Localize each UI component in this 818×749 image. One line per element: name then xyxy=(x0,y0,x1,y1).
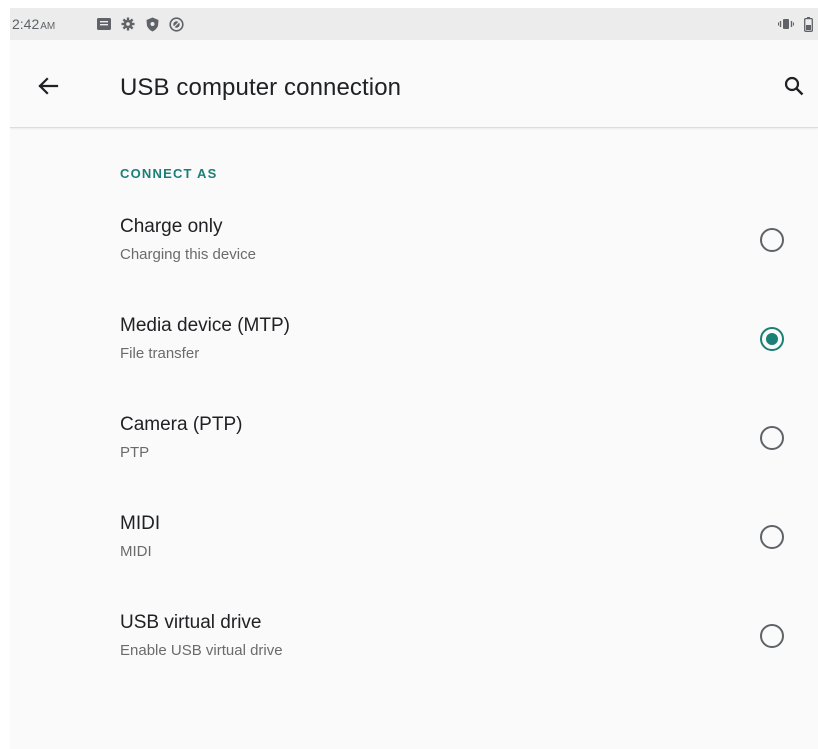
option-media-device-mtp[interactable]: Media device (MTP) File transfer xyxy=(10,305,818,393)
option-summary: Charging this device xyxy=(120,246,256,263)
back-button[interactable] xyxy=(30,70,66,102)
status-bar: 2:42AM xyxy=(10,8,818,40)
vibrate-icon xyxy=(778,16,794,32)
app-bar: USB computer connection xyxy=(10,40,818,128)
radio-selected-dot xyxy=(766,333,778,345)
radio-button-usb-virtual-drive[interactable] xyxy=(760,624,784,648)
option-title: USB virtual drive xyxy=(120,612,262,633)
option-summary: File transfer xyxy=(120,345,200,362)
option-charge-only[interactable]: Charge only Charging this device xyxy=(10,206,818,294)
radio-button-midi[interactable] xyxy=(760,525,784,549)
option-title: Charge only xyxy=(120,216,223,237)
status-time-value: 2:42 xyxy=(12,16,40,32)
option-summary: Enable USB virtual drive xyxy=(120,642,283,659)
screen: 2:42AM USB computer connection CONNECT A… xyxy=(10,8,818,749)
status-time: 2:42AM xyxy=(12,16,55,32)
option-summary: PTP xyxy=(120,444,150,461)
search-icon xyxy=(784,76,804,96)
option-midi[interactable]: MIDI MIDI xyxy=(10,503,818,591)
option-title: Media device (MTP) xyxy=(120,315,290,336)
section-header-connect-as: CONNECT AS xyxy=(120,166,218,181)
option-camera-ptp[interactable]: Camera (PTP) PTP xyxy=(10,404,818,492)
shield-icon xyxy=(144,16,160,32)
vpn-icon xyxy=(168,16,184,32)
battery-icon xyxy=(800,16,816,32)
radio-button-media-device-mtp[interactable] xyxy=(760,327,784,351)
settings-gear-icon xyxy=(120,16,136,32)
radio-button-camera-ptp[interactable] xyxy=(760,426,784,450)
option-usb-virtual-drive[interactable]: USB virtual drive Enable USB virtual dri… xyxy=(10,602,818,690)
message-icon xyxy=(96,16,112,32)
radio-button-charge-only[interactable] xyxy=(760,228,784,252)
option-title: MIDI xyxy=(120,513,161,534)
option-summary: MIDI xyxy=(120,543,152,560)
status-time-ampm: AM xyxy=(40,21,56,32)
notification-icons xyxy=(96,15,184,33)
system-icons xyxy=(778,15,816,33)
search-button[interactable] xyxy=(776,70,812,102)
page-title: USB computer connection xyxy=(120,74,402,101)
option-title: Camera (PTP) xyxy=(120,414,243,435)
arrow-back-icon xyxy=(38,77,59,95)
